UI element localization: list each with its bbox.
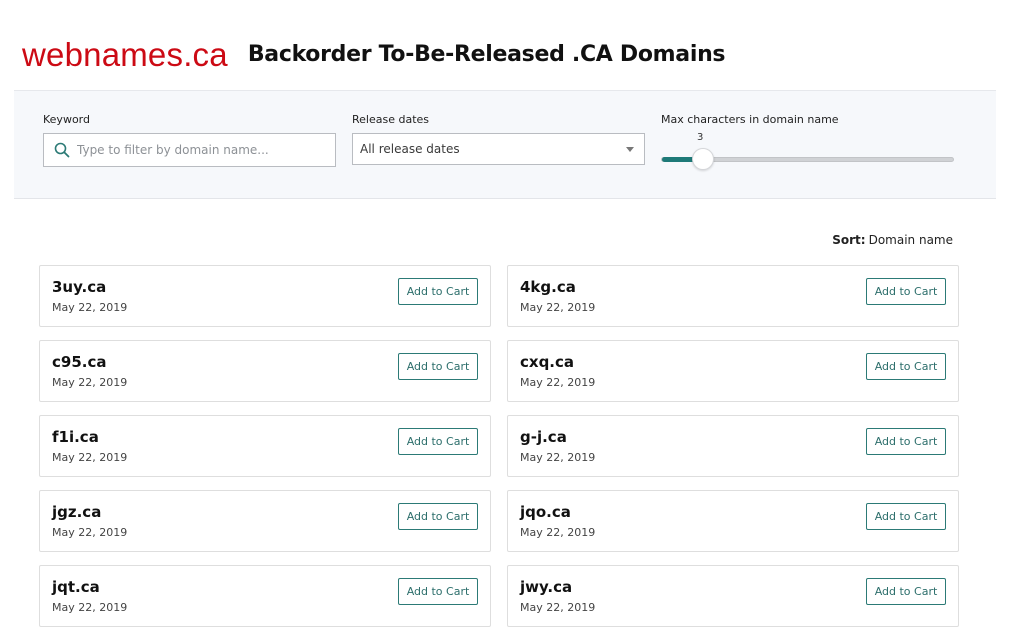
add-to-cart-button[interactable]: Add to Cart bbox=[866, 353, 946, 380]
domain-name[interactable]: jqo.ca bbox=[520, 503, 571, 521]
release-date: May 22, 2019 bbox=[520, 451, 596, 464]
add-to-cart-button[interactable]: Add to Cart bbox=[866, 278, 946, 305]
domain-name[interactable]: jwy.ca bbox=[520, 578, 572, 596]
domain-name[interactable]: 3uy.ca bbox=[52, 278, 106, 296]
domain-card: f1i.ca May 22, 2019 Add to Cart bbox=[39, 415, 491, 477]
domain-card: 4kg.ca May 22, 2019 Add to Cart bbox=[507, 265, 959, 327]
search-icon bbox=[54, 142, 70, 158]
keyword-label: Keyword bbox=[43, 113, 90, 126]
domain-card: c95.ca May 22, 2019 Add to Cart bbox=[39, 340, 491, 402]
add-to-cart-button[interactable]: Add to Cart bbox=[866, 503, 946, 530]
domain-card: jqo.ca May 22, 2019 Add to Cart bbox=[507, 490, 959, 552]
chevron-down-icon bbox=[626, 147, 634, 152]
slider-thumb[interactable] bbox=[692, 148, 714, 170]
domain-name[interactable]: f1i.ca bbox=[52, 428, 99, 446]
max-characters-label: Max characters in domain name bbox=[661, 113, 839, 126]
domain-card: cxq.ca May 22, 2019 Add to Cart bbox=[507, 340, 959, 402]
domain-name[interactable]: g-j.ca bbox=[520, 428, 567, 446]
release-date: May 22, 2019 bbox=[52, 526, 128, 539]
release-date: May 22, 2019 bbox=[52, 301, 128, 314]
add-to-cart-button[interactable]: Add to Cart bbox=[398, 353, 478, 380]
release-date: May 22, 2019 bbox=[52, 376, 128, 389]
release-date: May 22, 2019 bbox=[520, 526, 596, 539]
domain-name[interactable]: jqt.ca bbox=[52, 578, 100, 596]
release-date: May 22, 2019 bbox=[52, 451, 128, 464]
domain-name[interactable]: 4kg.ca bbox=[520, 278, 576, 296]
add-to-cart-button[interactable]: Add to Cart bbox=[866, 428, 946, 455]
max-characters-slider[interactable] bbox=[661, 148, 954, 170]
add-to-cart-button[interactable]: Add to Cart bbox=[866, 578, 946, 605]
add-to-cart-button[interactable]: Add to Cart bbox=[398, 578, 478, 605]
domain-card: jwy.ca May 22, 2019 Add to Cart bbox=[507, 565, 959, 627]
add-to-cart-button[interactable]: Add to Cart bbox=[398, 503, 478, 530]
release-date: May 22, 2019 bbox=[520, 301, 596, 314]
max-characters-value: 3 bbox=[697, 132, 704, 143]
release-dates-label: Release dates bbox=[352, 113, 430, 126]
results-grid: 3uy.ca May 22, 2019 Add to Cart 4kg.ca May … bbox=[39, 265, 959, 627]
add-to-cart-button[interactable]: Add to Cart bbox=[398, 278, 478, 305]
domain-card: jqt.ca May 22, 2019 Add to Cart bbox=[39, 565, 491, 627]
sort-control[interactable]: Sort: Domain name bbox=[832, 233, 953, 247]
sort-value: Domain name bbox=[868, 233, 953, 247]
sort-label: Sort: bbox=[832, 233, 866, 247]
domain-name[interactable]: jgz.ca bbox=[52, 503, 101, 521]
release-dates-selected-value: All release dates bbox=[360, 142, 460, 156]
webnames-logo[interactable]: webnames.ca bbox=[22, 38, 228, 71]
logo-text-web: web bbox=[22, 35, 84, 73]
keyword-search-input[interactable] bbox=[77, 143, 317, 157]
release-dates-select[interactable]: All release dates bbox=[352, 133, 645, 165]
domain-name[interactable]: c95.ca bbox=[52, 353, 106, 371]
page-title: Backorder To-Be-Released .CA Domains bbox=[247, 41, 726, 67]
domain-card: g-j.ca May 22, 2019 Add to Cart bbox=[507, 415, 959, 477]
domain-card: 3uy.ca May 22, 2019 Add to Cart bbox=[39, 265, 491, 327]
release-date: May 22, 2019 bbox=[520, 601, 596, 614]
release-date: May 22, 2019 bbox=[520, 376, 596, 389]
keyword-search-box[interactable] bbox=[43, 133, 336, 167]
filter-panel: Keyword Release dates All release dates … bbox=[14, 90, 996, 199]
header: webnames.ca Backorder To-Be-Released .CA… bbox=[22, 34, 726, 74]
domain-name[interactable]: cxq.ca bbox=[520, 353, 574, 371]
logo-text-names: names.ca bbox=[83, 35, 228, 73]
domain-card: jgz.ca May 22, 2019 Add to Cart bbox=[39, 490, 491, 552]
add-to-cart-button[interactable]: Add to Cart bbox=[398, 428, 478, 455]
release-date: May 22, 2019 bbox=[52, 601, 128, 614]
